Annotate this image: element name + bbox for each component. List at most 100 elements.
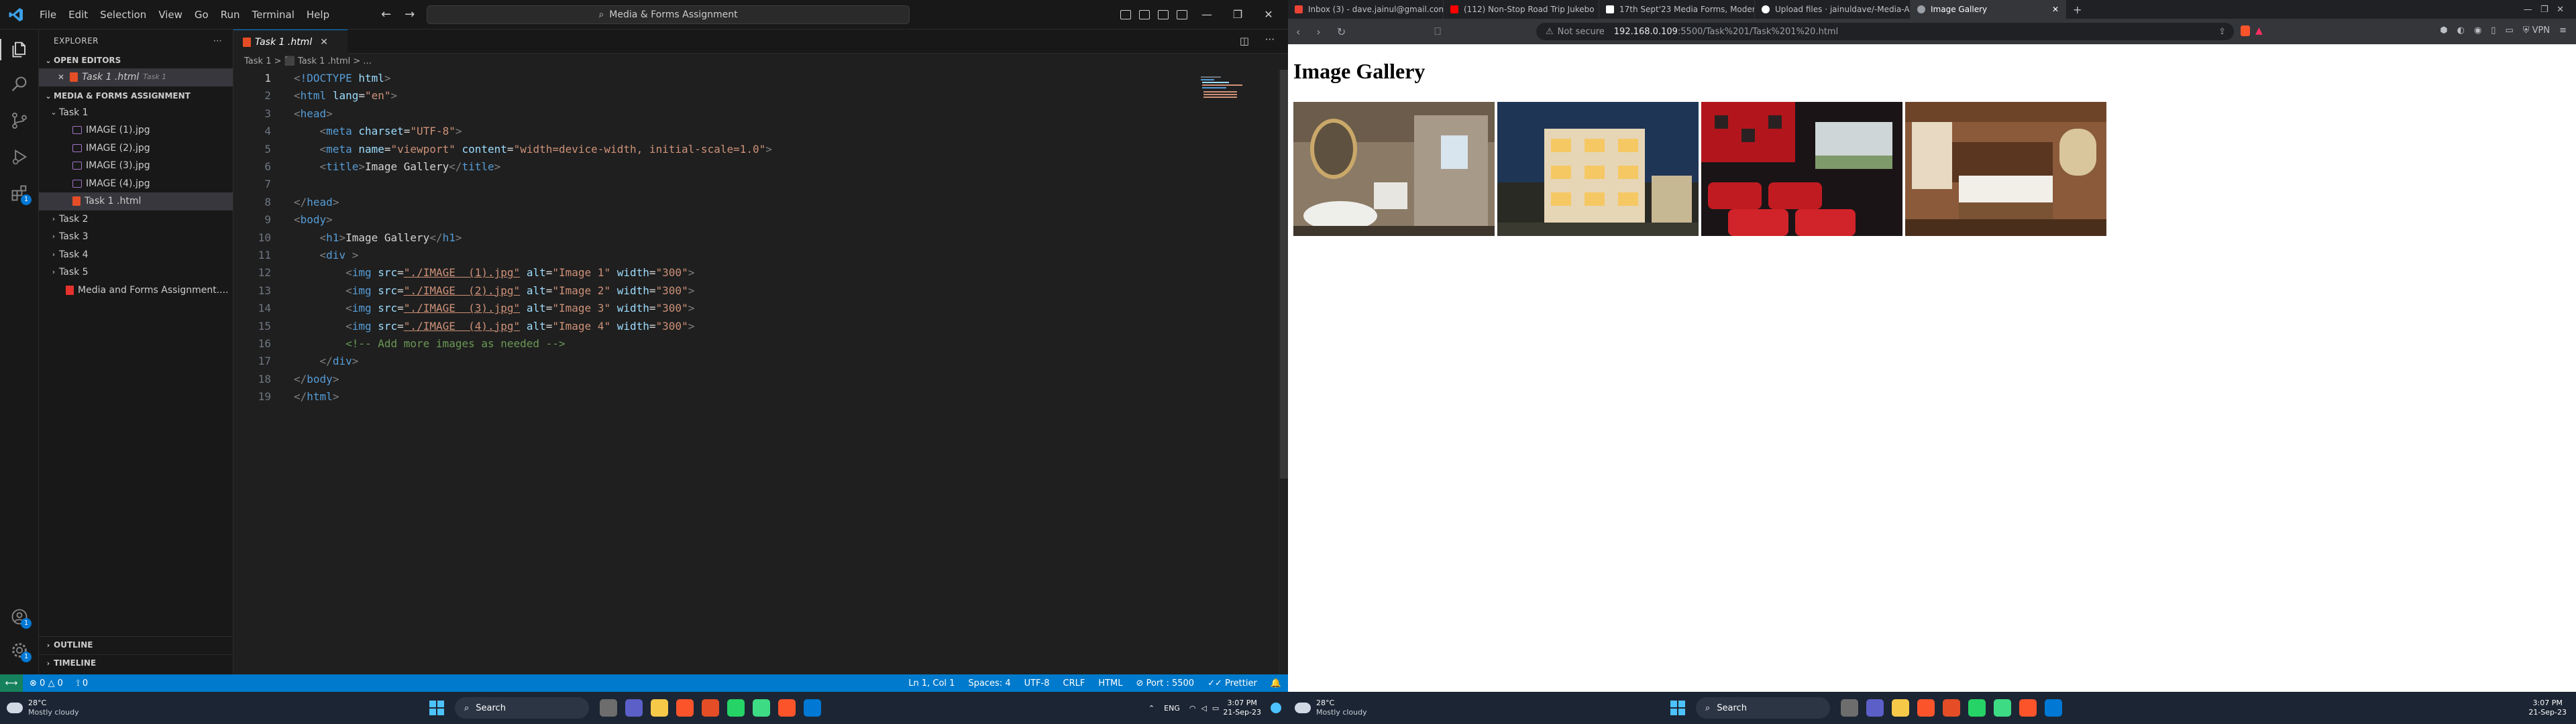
close-icon[interactable]: ✕ <box>2052 5 2059 14</box>
code-line[interactable]: <img src="./IMAGE (2).jpg" alt="Image 2"… <box>294 282 694 300</box>
app-icon[interactable] <box>1943 699 1960 717</box>
brave-icon[interactable] <box>778 699 796 717</box>
indentation[interactable]: Spaces: 4 <box>961 678 1017 688</box>
tree-folder-task1[interactable]: ⌄ Task 1 <box>39 104 233 122</box>
code-line[interactable]: <div > <box>294 247 359 264</box>
brave-icon[interactable] <box>676 699 694 717</box>
forward-icon[interactable]: › <box>1316 25 1320 38</box>
new-tab-icon[interactable]: + <box>2073 3 2082 16</box>
tree-folder-task2[interactable]: › Task 2 <box>39 210 233 229</box>
code-line[interactable]: <!DOCTYPE html> <box>294 70 391 87</box>
tree-folder-task3[interactable]: › Task 3 <box>39 228 233 246</box>
source-control-icon[interactable] <box>9 110 30 131</box>
tree-file-image1[interactable]: IMAGE (1).jpg <box>39 121 233 139</box>
gallery-image-1[interactable] <box>1293 102 1495 236</box>
toggle-panel-icon[interactable] <box>1139 9 1150 19</box>
tree-folder-task4[interactable]: › Task 4 <box>39 246 233 264</box>
code-line[interactable]: <img src="./IMAGE (1).jpg" alt="Image 1"… <box>294 264 694 282</box>
menu-selection[interactable]: Selection <box>94 0 152 29</box>
share-icon[interactable]: ⇪ <box>2218 27 2226 37</box>
more-actions-icon[interactable]: ··· <box>1265 34 1275 46</box>
code-line[interactable]: <title>Image Gallery</title> <box>294 158 501 176</box>
weather-widget[interactable]: 28°C Mostly cloudy <box>7 699 114 717</box>
vscode-taskbar-icon[interactable] <box>804 699 821 717</box>
gallery-image-4[interactable] <box>1905 102 2106 236</box>
menu-file[interactable]: File <box>34 0 62 29</box>
more-actions-icon[interactable]: ··· <box>213 29 222 52</box>
vscode-logo-icon[interactable] <box>8 7 24 23</box>
browser-tab-image-gallery[interactable]: Image Gallery ✕ <box>1911 0 2066 19</box>
clock[interactable]: 3:07 PM 21-Sep-23 <box>2528 699 2567 717</box>
close-icon[interactable]: ✕ <box>1253 8 1284 21</box>
address-bar[interactable]: ⚠ Not secure 192.168.0.109:5500/Task%201… <box>1536 23 2234 40</box>
wallet-icon[interactable]: ▭ <box>2505 25 2513 36</box>
notification-icon[interactable] <box>1271 703 1281 713</box>
maximize-icon[interactable]: ❐ <box>1222 8 1253 21</box>
menu-view[interactable]: View <box>152 0 189 29</box>
tree-file-image3[interactable]: IMAGE (3).jpg <box>39 157 233 175</box>
toggle-secondary-sidebar-icon[interactable] <box>1158 9 1169 19</box>
open-editors-header[interactable]: ⌄ OPEN EDITORS <box>39 52 233 68</box>
browser-tab-youtube[interactable]: (112) Non-Stop Road Trip Jukebo <box>1444 0 1599 19</box>
app-icon[interactable] <box>1994 699 2011 717</box>
minimap[interactable] <box>1199 75 1253 102</box>
tree-file-pdf[interactable]: Media and Forms Assignment.... <box>39 282 233 300</box>
start-windows-icon[interactable] <box>1670 701 1685 715</box>
volume-icon[interactable]: ◁ <box>1201 704 1206 713</box>
language-indicator[interactable]: ENG <box>1164 704 1180 713</box>
reload-icon[interactable]: ↻ <box>1337 25 1346 38</box>
workspace-header[interactable]: ⌄ MEDIA & FORMS ASSIGNMENT <box>39 88 233 104</box>
customize-layout-icon[interactable] <box>1177 9 1187 19</box>
app-icon[interactable] <box>753 699 770 717</box>
sidebar-icon[interactable]: ▯ <box>2491 25 2496 36</box>
clock[interactable]: 3:07 PM 21-Sep-23 <box>1223 699 1261 717</box>
taskbar-search[interactable]: ⌕ Search <box>1696 697 1830 719</box>
tree-folder-task5[interactable]: › Task 5 <box>39 263 233 282</box>
brave-rewards-icon[interactable]: ▲ <box>2255 25 2263 36</box>
back-arrow-icon[interactable]: ← <box>381 7 391 21</box>
bookmark-icon[interactable]: ⎕ <box>1434 25 1441 38</box>
start-windows-icon[interactable] <box>429 701 444 715</box>
live-server-port[interactable]: ⊘ Port : 5500 <box>1130 678 1201 688</box>
tree-file-image4[interactable]: IMAGE (4).jpg <box>39 175 233 193</box>
chevron-up-icon[interactable]: ⌃ <box>1148 704 1155 713</box>
teams-icon[interactable] <box>625 699 643 717</box>
code-line[interactable]: <html lang="en"> <box>294 87 397 105</box>
teams-icon[interactable] <box>1866 699 1884 717</box>
menu-help[interactable]: Help <box>301 0 335 29</box>
window-controls[interactable]: — ❐ ✕ <box>2524 5 2564 15</box>
extension-icon[interactable]: ◉ <box>2474 25 2481 36</box>
ports-indicator[interactable]: ⟟ 0 <box>70 678 95 688</box>
language-mode[interactable]: HTML <box>1091 678 1129 688</box>
code-line[interactable]: <body> <box>294 211 333 229</box>
task-view-icon[interactable] <box>1841 699 1858 717</box>
split-editor-icon[interactable]: ◫ <box>1240 35 1249 47</box>
brave-icon[interactable] <box>2019 699 2037 717</box>
menu-go[interactable]: Go <box>189 0 215 29</box>
task-view-icon[interactable] <box>600 699 617 717</box>
prettier-status[interactable]: ✓✓ Prettier <box>1201 678 1264 688</box>
timeline-section[interactable]: › TIMELINE <box>39 654 233 671</box>
vpn-button[interactable]: ⛨ VPN <box>2523 25 2550 36</box>
code-line[interactable]: <meta name="viewport" content="width=dev… <box>294 141 772 158</box>
explorer-icon[interactable] <box>0 39 39 60</box>
taskbar-search[interactable]: ⌕ Search <box>455 697 589 719</box>
menu-edit[interactable]: Edit <box>62 0 94 29</box>
outline-section[interactable]: › OUTLINE <box>39 636 233 653</box>
tree-file-task1-html[interactable]: Task 1 .html <box>39 192 233 210</box>
whatsapp-icon[interactable] <box>727 699 745 717</box>
close-icon[interactable]: ✕ <box>58 68 64 86</box>
brave-icon[interactable] <box>1917 699 1935 717</box>
browser-tab-github[interactable]: Upload files · jainuldave/-Media-And- <box>1755 0 1911 19</box>
close-icon[interactable]: ✕ <box>320 37 328 48</box>
code-line[interactable]: </html> <box>294 388 339 406</box>
menu-run[interactable]: Run <box>215 0 246 29</box>
menu-icon[interactable]: ≡ <box>2559 25 2567 36</box>
editor-scrollbar[interactable] <box>1279 70 1288 674</box>
wifi-icon[interactable]: ◠ <box>1189 704 1196 713</box>
tree-file-image2[interactable]: IMAGE (2).jpg <box>39 139 233 158</box>
code-line[interactable]: <h1>Image Gallery</h1> <box>294 229 462 247</box>
file-explorer-icon[interactable] <box>1892 699 1909 717</box>
forward-arrow-icon[interactable]: → <box>405 7 415 21</box>
end-of-line[interactable]: CRLF <box>1057 678 1092 688</box>
